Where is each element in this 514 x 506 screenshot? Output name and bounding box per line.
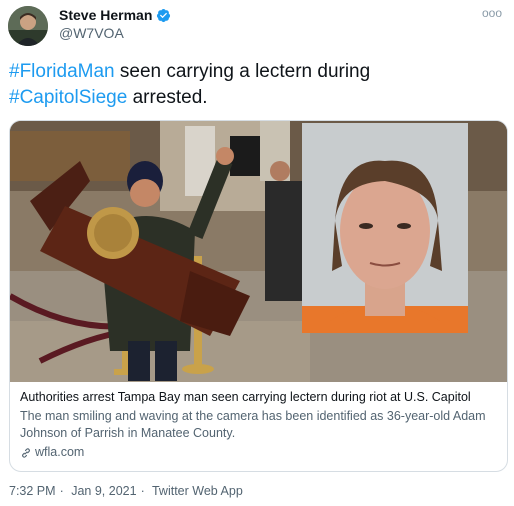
author-display-name[interactable]: Steve Herman (59, 7, 152, 23)
avatar-image (8, 6, 48, 46)
link-preview-card[interactable]: Authorities arrest Tampa Bay man seen ca… (9, 120, 508, 472)
tweet-time[interactable]: 7:32 PM (9, 484, 56, 498)
card-body: Authorities arrest Tampa Bay man seen ca… (20, 389, 500, 461)
verified-badge-icon (157, 8, 171, 22)
tweet-source[interactable]: Twitter Web App (152, 484, 243, 498)
tweet-text-part-1: seen carrying a lectern during (114, 61, 371, 82)
card-title[interactable]: Authorities arrest Tampa Bay man seen ca… (20, 389, 500, 406)
card-photo (10, 121, 507, 382)
card-image (10, 121, 507, 382)
card-domain-text: wfla.com (35, 445, 85, 459)
more-options-icon[interactable]: ooo (482, 6, 502, 20)
author-avatar[interactable] (8, 6, 48, 46)
link-icon (22, 447, 30, 458)
card-description: The man smiling and waving at the camera… (20, 409, 486, 440)
tweet-text-part-2: arrested. (127, 87, 208, 108)
meta-separator: · (140, 484, 145, 498)
tweet-metadata: 7:32 PM · Jan 9, 2021 · Twitter Web App (9, 484, 247, 498)
author-handle[interactable]: @W7VOA (59, 25, 124, 41)
tweet-date[interactable]: Jan 9, 2021 (71, 484, 136, 498)
meta-separator: · (59, 484, 64, 498)
tweet-text: #FloridaMan seen carrying a lectern duri… (9, 59, 499, 111)
author-name-row[interactable]: Steve Herman (59, 7, 171, 23)
hashtag-floridaman[interactable]: #FloridaMan (9, 61, 115, 82)
hashtag-capitolsiege[interactable]: #CapitolSiege (9, 87, 127, 108)
card-domain[interactable]: wfla.com (20, 444, 500, 461)
